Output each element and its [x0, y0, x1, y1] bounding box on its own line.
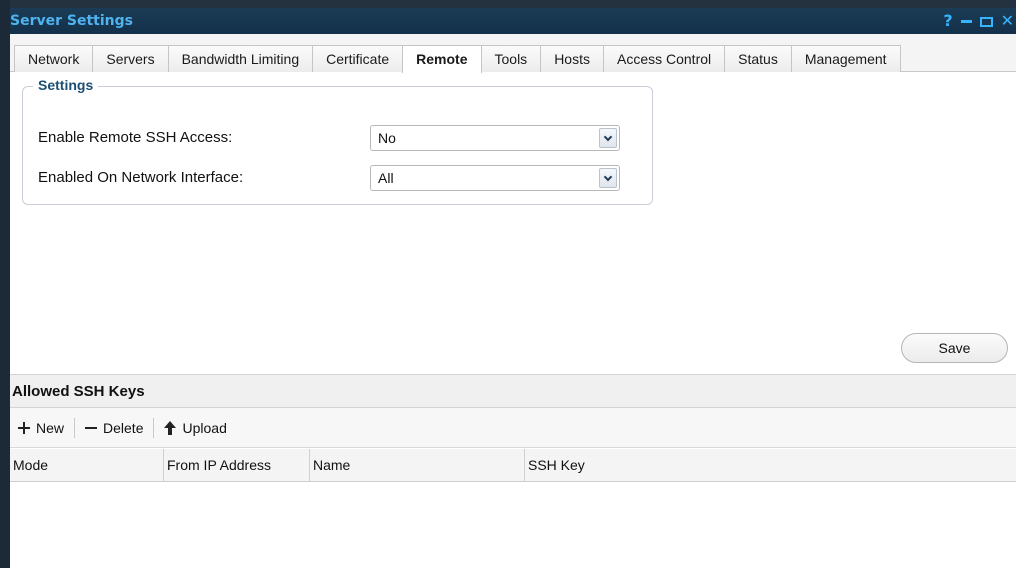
ssh-keys-grid-body: [10, 482, 1016, 568]
tab-network[interactable]: Network: [14, 45, 94, 72]
toolbar-divider: [153, 417, 155, 438]
column-header-name[interactable]: Name: [310, 449, 525, 481]
window-title: Server Settings: [10, 13, 133, 29]
maximize-icon[interactable]: [980, 8, 993, 34]
window-top-strip: [10, 0, 1016, 8]
settings-legend: Settings: [33, 77, 99, 93]
minus-icon: [85, 422, 98, 434]
title-bar: Server Settings ? ✕: [10, 8, 1016, 34]
upload-button[interactable]: Upload: [160, 416, 236, 440]
network-interface-select[interactable]: All: [370, 165, 620, 191]
tab-remote[interactable]: Remote: [402, 45, 482, 73]
server-settings-window: Server Settings ? ✕ Network Servers Band…: [0, 0, 1016, 568]
ssh-access-value: No: [378, 130, 396, 146]
new-button[interactable]: New: [14, 416, 74, 440]
tab-bandwidth-limiting[interactable]: Bandwidth Limiting: [167, 45, 314, 72]
ssh-keys-title: Allowed SSH Keys: [12, 383, 145, 400]
minimize-icon[interactable]: [961, 8, 972, 34]
ssh-access-select[interactable]: No: [370, 125, 620, 151]
plus-icon: [18, 421, 30, 434]
new-label: New: [36, 419, 65, 436]
close-icon[interactable]: ✕: [1001, 8, 1014, 34]
network-interface-value: All: [378, 170, 394, 186]
help-icon[interactable]: ?: [943, 8, 952, 34]
tab-hosts[interactable]: Hosts: [540, 45, 604, 72]
tab-management[interactable]: Management: [790, 45, 901, 72]
tab-status[interactable]: Status: [724, 45, 792, 72]
ssh-keys-grid-header: Mode From IP Address Name SSH Key: [10, 449, 1016, 482]
delete-label: Delete: [103, 419, 144, 436]
tab-servers[interactable]: Servers: [92, 45, 169, 72]
settings-group: Settings Enable Remote SSH Access: No En…: [22, 77, 653, 205]
ssh-keys-header: Allowed SSH Keys: [10, 374, 1016, 408]
ssh-access-label: Enable Remote SSH Access:: [38, 129, 233, 146]
chevron-down-icon[interactable]: [599, 128, 617, 148]
tab-tools[interactable]: Tools: [480, 45, 542, 72]
tab-access-control[interactable]: Access Control: [602, 45, 726, 72]
toolbar-divider: [74, 417, 76, 438]
column-header-mode[interactable]: Mode: [10, 449, 164, 481]
chevron-down-icon[interactable]: [599, 168, 617, 188]
column-header-from-ip-address[interactable]: From IP Address: [164, 449, 310, 481]
network-interface-label: Enabled On Network Interface:: [38, 169, 244, 186]
upload-arrow-icon: [164, 420, 177, 435]
ssh-keys-toolbar: New Delete Upload: [10, 408, 1016, 448]
window-controls: ? ✕: [943, 8, 1016, 34]
delete-button[interactable]: Delete: [81, 416, 153, 440]
tabs: Network Servers Bandwidth Limiting Certi…: [14, 45, 901, 73]
upload-label: Upload: [182, 419, 227, 436]
tab-certificate[interactable]: Certificate: [312, 45, 404, 72]
save-button[interactable]: Save: [901, 333, 1008, 363]
column-header-ssh-key[interactable]: SSH Key: [525, 449, 1016, 481]
tab-bar: Network Servers Bandwidth Limiting Certi…: [10, 34, 1016, 73]
